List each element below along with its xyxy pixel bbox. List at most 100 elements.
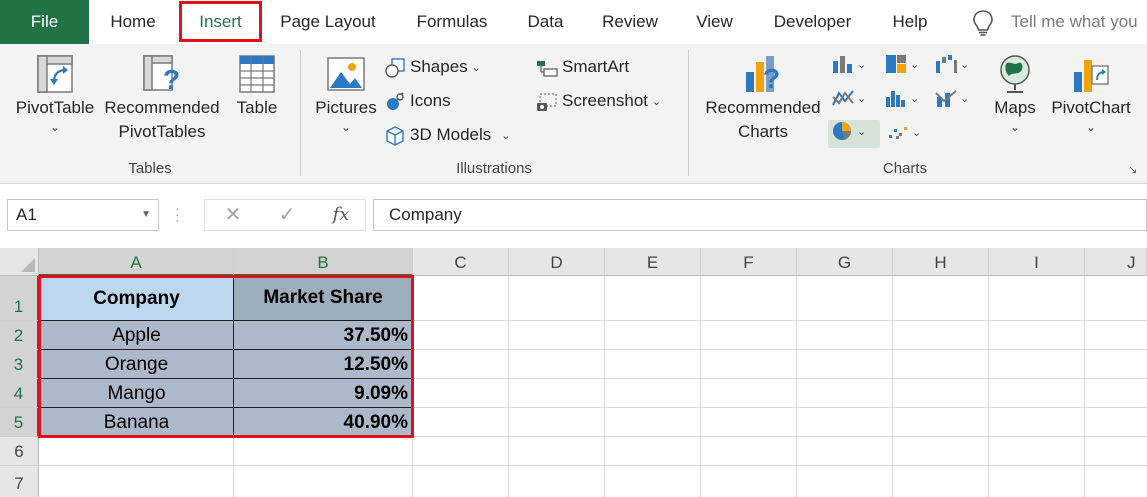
- globe-icon: [1000, 55, 1030, 93]
- recommended-charts-button[interactable]: ? Recommended Charts: [700, 52, 826, 144]
- 3d-models-button[interactable]: 3D Models ⌄: [384, 121, 510, 149]
- pivottable-button[interactable]: PivotTable ⌄: [12, 52, 98, 134]
- tab-review[interactable]: Review: [594, 0, 666, 44]
- cancel-icon[interactable]: ✕: [213, 200, 253, 230]
- 3d-models-label: 3D Models: [410, 125, 492, 144]
- column-header-j[interactable]: J: [1085, 248, 1147, 276]
- column-header-e[interactable]: E: [605, 248, 701, 276]
- drag-handle-icon[interactable]: · · ·: [175, 201, 180, 227]
- name-box[interactable]: A1 ▼: [7, 199, 159, 231]
- row-header-7[interactable]: 7: [0, 466, 39, 497]
- statistic-chart-icon: [886, 91, 905, 107]
- pie-chart-button[interactable]: ⌄: [828, 120, 880, 148]
- tab-file[interactable]: File: [0, 0, 89, 44]
- tell-me-search[interactable]: Tell me what you: [1011, 0, 1138, 44]
- group-label-charts: Charts: [882, 160, 928, 177]
- gridline: [39, 465, 1147, 466]
- pictures-button[interactable]: Pictures ⌄: [312, 52, 380, 134]
- table-label: Table: [236, 98, 278, 117]
- insert-function-icon[interactable]: fx: [321, 200, 361, 230]
- tab-developer[interactable]: Developer: [764, 0, 861, 44]
- scatter-chart-icon: [889, 127, 907, 139]
- chevron-down-icon: ⌄: [471, 61, 481, 74]
- chevron-down-icon: ⌄: [857, 92, 867, 105]
- enter-icon[interactable]: ✓: [267, 200, 307, 230]
- pictures-label: Pictures: [315, 98, 377, 117]
- hierarchy-chart-button[interactable]: ⌄: [884, 53, 922, 81]
- column-chart-button[interactable]: ⌄: [831, 53, 869, 81]
- pivottable-label: PivotTable: [15, 98, 95, 117]
- tab-page-layout[interactable]: Page Layout: [271, 0, 385, 44]
- chevron-down-icon: ⌄: [340, 120, 352, 134]
- group-separator: [300, 50, 301, 176]
- waterfall-chart-button[interactable]: ⌄: [934, 53, 972, 81]
- icons-button[interactable]: Icons: [384, 87, 451, 115]
- tab-formulas[interactable]: Formulas: [404, 0, 500, 44]
- table-button[interactable]: Table: [230, 52, 284, 120]
- maps-button[interactable]: Maps ⌄: [988, 52, 1042, 134]
- chevron-down-icon: ⌄: [1085, 120, 1097, 134]
- svg-text:?: ?: [763, 63, 780, 94]
- recommended-pivottables-button[interactable]: ? Recommended PivotTables: [100, 52, 224, 144]
- row-header-label: 4: [13, 384, 24, 403]
- gridline: [1084, 276, 1085, 497]
- recommended-pivottables-label-2: PivotTables: [118, 122, 206, 141]
- column-header-d[interactable]: D: [509, 248, 605, 276]
- shapes-button[interactable]: Shapes ⌄: [384, 53, 481, 81]
- column-header-c[interactable]: C: [413, 248, 509, 276]
- screenshot-button[interactable]: Screenshot ⌄: [536, 87, 661, 115]
- svg-text:?: ?: [163, 64, 180, 95]
- row-header-2[interactable]: 2: [0, 321, 39, 350]
- cube-icon: [386, 125, 404, 146]
- recommended-pivottables-label-1: Recommended: [104, 98, 220, 117]
- scatter-chart-button[interactable]: ⌄: [886, 121, 924, 149]
- lightbulb-icon[interactable]: [972, 9, 994, 37]
- column-header-a[interactable]: A: [39, 248, 234, 276]
- chevron-down-icon: ⌄: [910, 58, 920, 71]
- combo-chart-icon: [935, 90, 957, 107]
- select-all-triangle-icon: [21, 258, 35, 272]
- row-header-3[interactable]: 3: [0, 350, 39, 379]
- smartart-label: SmartArt: [562, 57, 630, 76]
- screenshot-label: Screenshot: [562, 91, 648, 110]
- smartart-button[interactable]: SmartArt: [536, 53, 629, 81]
- formula-input[interactable]: Company: [373, 199, 1147, 231]
- chevron-down-icon: ⌄: [857, 125, 867, 138]
- maps-label: Maps: [994, 98, 1036, 117]
- waterfall-chart-icon: [936, 55, 957, 73]
- row-header-1[interactable]: 1: [0, 276, 39, 321]
- line-chart-button[interactable]: ⌄: [831, 87, 869, 115]
- tab-help[interactable]: Help: [884, 0, 936, 44]
- row-header-5[interactable]: 5: [0, 408, 39, 437]
- chevron-down-icon: ⌄: [652, 95, 662, 108]
- column-chart-icon: [833, 56, 852, 73]
- tab-home[interactable]: Home: [97, 0, 169, 44]
- tab-view[interactable]: View: [687, 0, 742, 44]
- group-separator: [688, 50, 689, 176]
- pivotchart-label: PivotChart: [1051, 98, 1131, 117]
- row-header-4[interactable]: 4: [0, 379, 39, 408]
- tab-data[interactable]: Data: [518, 0, 573, 44]
- chevron-down-icon: ⌄: [49, 120, 61, 134]
- combo-chart-button[interactable]: ⌄: [934, 87, 972, 115]
- column-header-h[interactable]: H: [893, 248, 989, 276]
- column-header-i[interactable]: I: [989, 248, 1085, 276]
- pie-chart-icon: [833, 122, 851, 140]
- hierarchy-chart-icon: [886, 55, 906, 73]
- statistic-chart-button[interactable]: ⌄: [884, 87, 922, 115]
- row-header-6[interactable]: 6: [0, 437, 39, 466]
- formula-bar: A1 ▼ · · · ✕ ✓ fx Company: [0, 185, 1147, 247]
- column-header-b[interactable]: B: [234, 248, 413, 276]
- row-header-label: 7: [14, 474, 24, 493]
- column-header-g[interactable]: G: [797, 248, 893, 276]
- row-header-label: 3: [13, 355, 24, 374]
- smartart-icon: [537, 60, 558, 77]
- pivotchart-button[interactable]: PivotChart ⌄: [1046, 52, 1136, 134]
- chevron-down-icon[interactable]: ▼: [141, 200, 151, 230]
- recommended-pivottables-icon: ?: [143, 55, 180, 95]
- ribbon-tab-bar: File Home Insert Page Layout Formulas Da…: [0, 0, 1147, 44]
- icons-icon: [387, 91, 404, 110]
- dialog-launcher-icon[interactable]: ↘: [1128, 163, 1137, 176]
- column-header-f[interactable]: F: [701, 248, 797, 276]
- select-all-corner[interactable]: [0, 248, 39, 276]
